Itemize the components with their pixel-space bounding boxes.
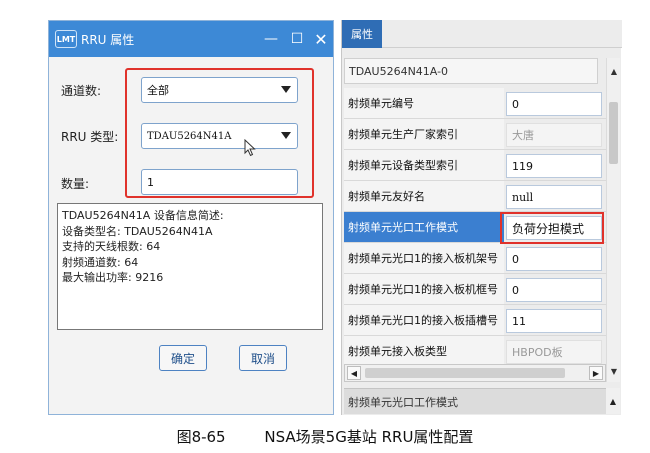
device-info-box: TDAU5264N41A 设备信息简述: 设备类型名: TDAU5264N41A… <box>57 203 323 330</box>
scroll-down-icon[interactable]: ▼ <box>608 364 620 378</box>
channel-count-label: 通道数: <box>61 84 102 98</box>
property-value-input[interactable]: 11 <box>506 309 602 333</box>
info-line: 射频通道数: 64 <box>62 255 139 269</box>
mouse-cursor-icon <box>244 139 256 157</box>
property-name: 射频单元生产厂家索引 <box>344 119 504 149</box>
scrollbar-thumb[interactable] <box>609 102 618 164</box>
rru-properties-dialog: LMT RRU 属性 — ☐ ✕ 通道数: 全部 RRU 类型: TDAU526… <box>48 20 334 415</box>
quantity-label: 数量: <box>61 177 90 191</box>
property-row[interactable]: 射频单元接入板类型 HBPOD板 <box>344 336 606 367</box>
scrollbar-thumb[interactable] <box>365 368 565 378</box>
app-logo-icon: LMT <box>55 30 77 48</box>
scroll-right-icon[interactable]: ▶ <box>589 366 603 380</box>
property-value-input[interactable]: 119 <box>506 154 602 178</box>
property-value-input[interactable]: 0 <box>506 247 602 271</box>
minimize-icon[interactable]: — <box>259 21 283 57</box>
property-row[interactable]: 射频单元光口1的接入板机架号 0 <box>344 243 606 274</box>
screenshot-stage: LMT RRU 属性 — ☐ ✕ 通道数: 全部 RRU 类型: TDAU526… <box>0 0 650 453</box>
property-name: 射频单元编号 <box>344 88 504 118</box>
property-value-input[interactable]: null <box>506 185 602 209</box>
property-row[interactable]: 射频单元生产厂家索引 大唐 <box>344 119 606 150</box>
property-row[interactable]: 射频单元设备类型索引 119 <box>344 150 606 181</box>
figure-number: 图8-65 <box>176 428 226 446</box>
tab-properties[interactable]: 属性 <box>342 20 382 48</box>
property-value-input[interactable]: 0 <box>506 92 602 116</box>
ok-button[interactable]: 确定 <box>159 345 207 371</box>
property-row[interactable]: 射频单元编号 0 <box>344 88 606 119</box>
info-line: 最大输出功率: 9216 <box>62 271 164 284</box>
dialog-title: RRU 属性 <box>81 32 135 47</box>
cancel-button[interactable]: 取消 <box>239 345 287 371</box>
scroll-up-icon[interactable]: ▲ <box>608 64 620 78</box>
figure-caption-text: NSA场景5G基站 RRU属性配置 <box>264 428 474 446</box>
property-description: 射频单元光口工作模式 <box>344 388 606 414</box>
property-name: 射频单元光口1的接入板插槽号 <box>344 305 504 335</box>
info-line: 支持的天线根数: 64 <box>62 240 161 253</box>
property-name: 射频单元接入板类型 <box>344 336 504 366</box>
highlight-frame <box>500 212 604 244</box>
close-icon[interactable]: ✕ <box>309 21 333 57</box>
property-name: 射频单元光口1的接入板机架号 <box>344 243 504 273</box>
property-row[interactable]: 射频单元光口1的接入板插槽号 11 <box>344 305 606 336</box>
rru-type-label: RRU 类型: <box>61 130 119 144</box>
scroll-left-icon[interactable]: ◀ <box>347 366 361 380</box>
property-value-input[interactable]: 0 <box>506 278 602 302</box>
property-name: 射频单元光口工作模式 <box>344 212 504 242</box>
figure-caption: 图8-65 NSA场景5G基站 RRU属性配置 <box>0 426 650 447</box>
maximize-icon[interactable]: ☐ <box>285 21 309 57</box>
property-name: 射频单元设备类型索引 <box>344 150 504 180</box>
property-row[interactable]: 射频单元光口1的接入板机框号 0 <box>344 274 606 305</box>
highlight-frame <box>125 68 314 198</box>
vertical-scrollbar[interactable]: ▲ ▼ <box>606 58 620 382</box>
info-line: 设备类型名: TDAU5264N41A <box>62 224 213 238</box>
info-line: TDAU5264N41A 设备信息简述: <box>62 209 224 222</box>
scroll-up-icon[interactable]: ▲ <box>606 388 620 414</box>
property-panel: 属性 TDAU5264N41A-0 射频单元编号 0 射频单元生产厂家索引 大唐… <box>341 20 622 415</box>
property-row[interactable]: 射频单元友好名 null <box>344 181 606 212</box>
tab-strip <box>382 20 622 48</box>
property-value-readonly: HBPOD板 <box>506 340 602 364</box>
property-object-header: TDAU5264N41A-0 <box>344 58 598 84</box>
property-value-readonly: 大唐 <box>506 123 602 147</box>
horizontal-scrollbar[interactable]: ◀ ▶ <box>344 364 606 382</box>
property-name: 射频单元光口1的接入板机框号 <box>344 274 504 304</box>
property-name: 射频单元友好名 <box>344 181 504 211</box>
dialog-titlebar[interactable]: LMT RRU 属性 — ☐ ✕ <box>49 21 333 57</box>
